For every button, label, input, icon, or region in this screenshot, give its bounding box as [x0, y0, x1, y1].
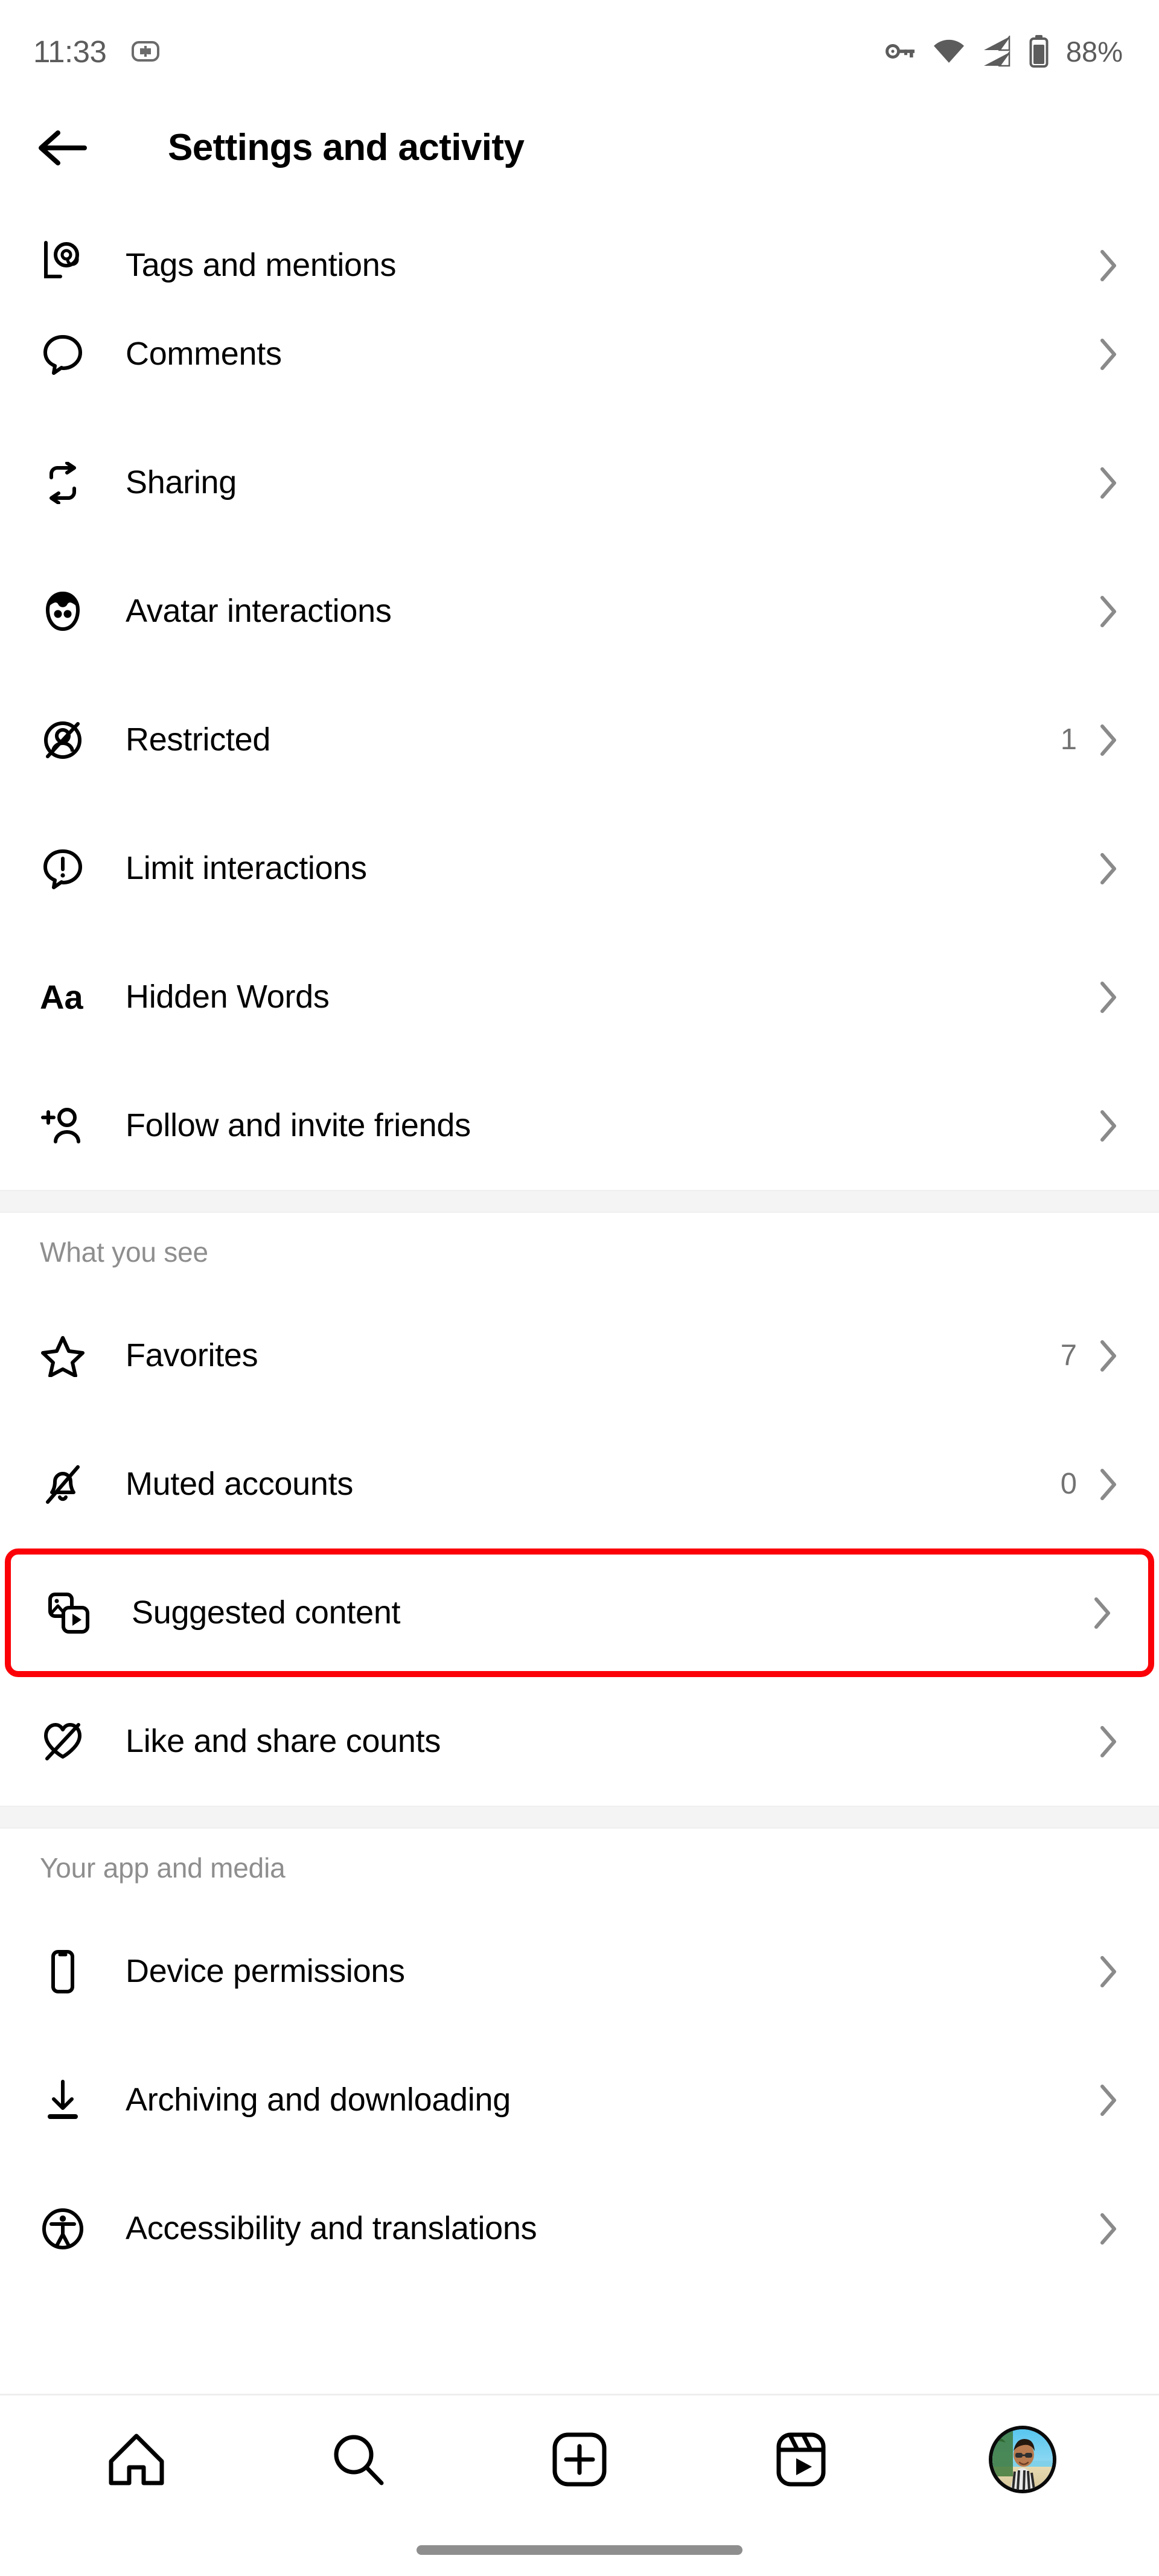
phone-screen: 11:33 88% Settings and activity Tags and… — [0, 0, 1159, 2576]
page-title: Settings and activity — [168, 127, 525, 168]
list-item-label: Favorites — [126, 1337, 258, 1374]
add-person-icon — [40, 1103, 86, 1149]
limit-exclamation-bubble-icon — [40, 846, 86, 892]
nav-reels[interactable] — [756, 2414, 846, 2505]
chevron-right-icon — [1095, 2212, 1122, 2246]
list-item-label: Restricted — [126, 721, 271, 758]
chevron-right-icon — [1095, 1468, 1122, 1501]
list-item-archiving-and-downloading[interactable]: Archiving and downloading — [0, 2036, 1159, 2164]
gesture-pill[interactable] — [417, 2545, 742, 2555]
section-divider — [0, 1806, 1159, 1829]
section-header-what-you-see: What you see — [0, 1213, 1159, 1291]
suggested-media-play-icon — [46, 1590, 92, 1636]
list-item-label: Avatar interactions — [126, 593, 392, 630]
gesture-navigation-bar — [0, 2523, 1159, 2576]
back-button[interactable] — [37, 118, 98, 178]
list-item-avatar-interactions[interactable]: Avatar interactions — [0, 547, 1159, 676]
battery-icon — [1029, 35, 1049, 68]
crossed-heart-icon — [40, 1719, 86, 1765]
battery-percentage: 88% — [1065, 35, 1123, 68]
repost-arrows-icon — [40, 460, 86, 506]
wifi-icon — [932, 39, 966, 64]
status-bar: 11:33 88% — [0, 0, 1159, 103]
list-item-favorites[interactable]: Favorites 7 — [0, 1291, 1159, 1420]
chevron-right-icon — [1095, 466, 1122, 500]
accessibility-person-icon — [40, 2206, 86, 2252]
list-item-restricted[interactable]: Restricted 1 — [0, 676, 1159, 804]
list-item-follow-and-invite-friends[interactable]: Follow and invite friends — [0, 1061, 1159, 1190]
list-item-label: Sharing — [126, 464, 237, 501]
chevron-right-icon — [1095, 2083, 1122, 2117]
chevron-right-icon — [1095, 723, 1122, 757]
chevron-right-icon — [1095, 852, 1122, 886]
list-item-comments[interactable]: Comments — [0, 290, 1159, 418]
back-arrow-icon — [37, 129, 87, 167]
svg-text:Aa: Aa — [40, 978, 83, 1016]
list-item-label: Like and share counts — [126, 1723, 441, 1760]
list-item-value: 1 — [1060, 723, 1077, 756]
tag-mention-icon — [40, 237, 86, 283]
chevron-right-icon — [1095, 1339, 1122, 1373]
status-bar-clock: 11:33 — [33, 34, 107, 69]
list-item-muted-accounts[interactable]: Muted accounts 0 — [0, 1420, 1159, 1548]
vpn-key-icon — [885, 40, 916, 63]
list-item-limit-interactions[interactable]: Limit interactions — [0, 804, 1159, 933]
page-header: Settings and activity — [0, 103, 1159, 193]
muted-bell-icon — [40, 1462, 86, 1507]
restricted-person-icon — [40, 717, 86, 763]
list-item-hidden-words[interactable]: Aa Hidden Words — [0, 933, 1159, 1061]
chevron-right-icon — [1095, 980, 1122, 1014]
nav-home[interactable] — [91, 2414, 182, 2505]
download-arrow-icon — [40, 2077, 86, 2123]
reels-play-icon — [773, 2432, 829, 2487]
list-item-suggested-content[interactable]: Suggested content — [5, 1548, 1154, 1677]
home-icon — [107, 2432, 165, 2487]
avatar-face-icon — [40, 589, 86, 634]
chevron-right-icon — [1089, 1596, 1116, 1630]
list-item-label: Archiving and downloading — [126, 2082, 511, 2118]
nav-search[interactable] — [313, 2414, 403, 2505]
comment-bubble-icon — [40, 331, 86, 377]
settings-list[interactable]: Tags and mentions Comments Sharing Avata… — [0, 193, 1159, 2394]
chevron-right-icon — [1095, 1725, 1122, 1759]
list-item-label: Follow and invite friends — [126, 1107, 471, 1144]
list-item-label: Device permissions — [126, 1953, 405, 1990]
section-divider — [0, 1190, 1159, 1213]
list-item-tags-and-mentions[interactable]: Tags and mentions — [0, 193, 1159, 290]
list-item-value: 7 — [1060, 1339, 1077, 1372]
split-screen-icon — [132, 41, 160, 62]
cellular-signal-icon — [982, 36, 1013, 67]
phone-device-icon — [40, 1949, 86, 1995]
list-item-sharing[interactable]: Sharing — [0, 418, 1159, 547]
list-item-like-and-share-counts[interactable]: Like and share counts — [0, 1677, 1159, 1806]
list-item-label: Muted accounts — [126, 1466, 354, 1503]
section-header-your-app-and-media: Your app and media — [0, 1829, 1159, 1907]
chevron-right-icon — [1095, 1955, 1122, 1989]
chevron-right-icon — [1095, 595, 1122, 628]
profile-avatar — [989, 2426, 1057, 2493]
chevron-right-icon — [1095, 1109, 1122, 1143]
search-icon — [330, 2432, 386, 2487]
hidden-words-aa-icon: Aa — [40, 974, 86, 1020]
list-item-label: Tags and mentions — [126, 247, 397, 284]
list-item-label: Suggested content — [132, 1594, 401, 1631]
bottom-navigation-bar — [0, 2394, 1159, 2523]
list-item-label: Accessibility and translations — [126, 2210, 537, 2247]
status-bar-left: 11:33 — [33, 34, 160, 69]
list-item-accessibility-and-translations[interactable]: Accessibility and translations — [0, 2164, 1159, 2293]
list-item-label: Hidden Words — [126, 979, 330, 1015]
star-icon — [40, 1333, 86, 1379]
list-item-device-permissions[interactable]: Device permissions — [0, 1907, 1159, 2036]
status-bar-right: 88% — [885, 35, 1123, 68]
list-item-label: Comments — [126, 336, 282, 372]
plus-square-icon — [552, 2432, 607, 2487]
nav-profile[interactable] — [977, 2414, 1068, 2505]
list-item-label: Limit interactions — [126, 850, 367, 887]
nav-create[interactable] — [534, 2414, 625, 2505]
chevron-right-icon — [1095, 249, 1122, 283]
chevron-right-icon — [1095, 337, 1122, 371]
list-item-value: 0 — [1060, 1468, 1077, 1500]
